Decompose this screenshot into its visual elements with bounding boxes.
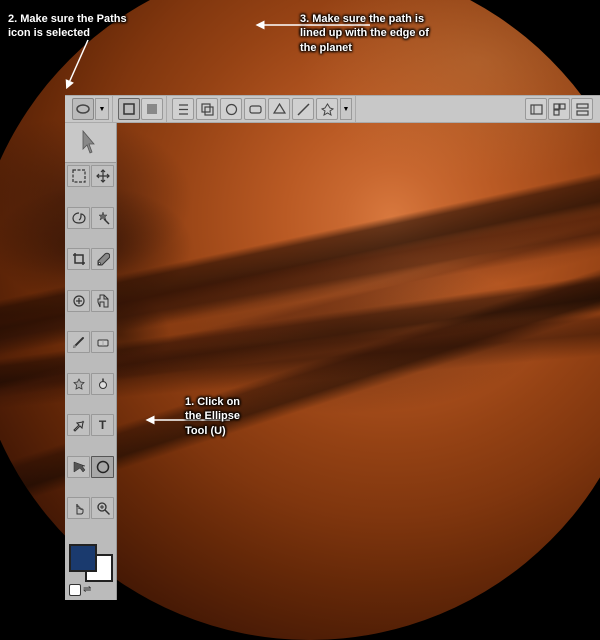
magic-wand-tool[interactable] — [91, 207, 114, 229]
rounded-rect-btn[interactable] — [244, 98, 266, 120]
hand-tool[interactable] — [67, 497, 90, 519]
healing-tool[interactable] — [67, 290, 90, 312]
dodge-tool[interactable] — [91, 373, 114, 395]
foreground-color-swatch[interactable] — [69, 544, 97, 572]
path-fill-section — [115, 96, 167, 122]
pen-tool[interactable] — [67, 414, 90, 436]
tool-grid: T — [65, 163, 116, 540]
paths-btn[interactable] — [118, 98, 140, 120]
path-ops-btn[interactable] — [196, 98, 218, 120]
ellipse-shape-btn[interactable] — [220, 98, 242, 120]
ellipse-tool[interactable] — [91, 456, 114, 478]
color-swatches — [69, 544, 113, 582]
eyedropper-tool[interactable] — [91, 248, 114, 270]
line-btn[interactable] — [292, 98, 314, 120]
left-toolbox: T — [65, 123, 117, 600]
clone-tool[interactable] — [91, 290, 114, 312]
toolbox-header — [65, 123, 116, 163]
shapes-dropdown[interactable]: ▼ — [340, 98, 352, 120]
lasso-tool[interactable] — [67, 207, 90, 229]
move-tool[interactable] — [91, 165, 114, 187]
right-tools-section — [522, 96, 596, 122]
ellipse-mode-btn[interactable] — [72, 98, 94, 120]
fill-pixels-btn[interactable] — [141, 98, 163, 120]
mode-dropdown[interactable]: ▼ — [95, 98, 109, 120]
shape-mode-section: ▼ — [69, 96, 113, 122]
zoom-tool[interactable] — [91, 497, 114, 519]
marquee-tool[interactable] — [67, 165, 90, 187]
mini-color-icons: ⇌ — [69, 584, 112, 596]
swap-colors-icon[interactable]: ⇌ — [83, 584, 95, 596]
color-area: ⇌ — [65, 540, 116, 600]
brush-tool[interactable] — [67, 331, 90, 353]
view-options-btn[interactable] — [571, 98, 593, 120]
view-doc-btn[interactable] — [525, 98, 547, 120]
blur-tool[interactable] — [67, 373, 90, 395]
custom-shape-btn[interactable] — [316, 98, 338, 120]
eraser-tool[interactable] — [91, 331, 114, 353]
path-selection-tool[interactable] — [67, 456, 90, 478]
polygon-btn[interactable] — [268, 98, 290, 120]
align-btn[interactable] — [172, 98, 194, 120]
crop-tool[interactable] — [67, 248, 90, 270]
shape-tools-section: ▼ — [169, 96, 356, 122]
type-tool[interactable]: T — [91, 414, 114, 436]
top-toolbar: ▼ — [65, 95, 600, 123]
default-colors-icon[interactable] — [69, 584, 81, 596]
view-arrange-btn[interactable] — [548, 98, 570, 120]
